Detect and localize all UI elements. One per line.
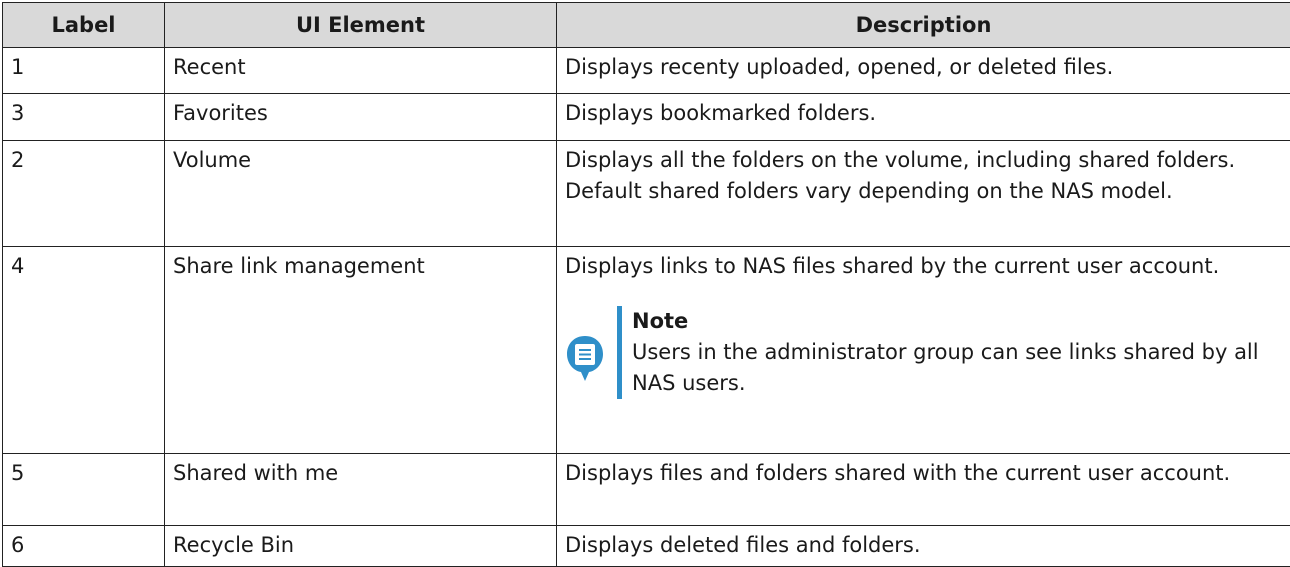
row-description: Displays bookmarked folders. [556,92,1290,141]
ui-elements-table: Label UI Element Description 1 Recent Di… [2,2,1290,567]
row-ui-element: Volume [164,139,557,248]
row-label: 3 [2,92,165,141]
row-description: Displays recenty uploaded, opened, or de… [556,47,1290,94]
note-callout: Note Users in the administrator group ca… [565,306,1282,400]
note-title: Note [632,309,689,334]
note-text: Users in the administrator group can see… [632,340,1259,396]
row-ui-element: Share link management [164,246,557,455]
row-label: 1 [2,47,165,94]
table-row: 4 Share link management Displays links t… [2,246,1290,455]
table-row: 5 Shared with me Displays files and fold… [2,453,1290,527]
header-description: Description [556,2,1290,48]
row-description: Displays links to NAS files shared by th… [565,254,1220,279]
row-ui-element: Recent [164,47,557,94]
table-row: 3 Favorites Displays bookmarked folders. [2,92,1290,141]
row-ui-element: Favorites [164,92,557,141]
row-ui-element: Recycle Bin [164,525,557,567]
row-description: Displays files and folders shared with t… [556,453,1290,527]
row-label: 5 [2,453,165,527]
table-row: 2 Volume Displays all the folders on the… [2,139,1290,248]
table-row: 6 Recycle Bin Displays deleted files and… [2,525,1290,567]
row-label: 2 [2,139,165,248]
row-description: Displays deleted files and folders. [556,525,1290,567]
table-header-row: Label UI Element Description [2,2,1290,48]
header-label: Label [2,2,165,48]
note-icon [567,336,603,382]
row-label: 4 [2,246,165,455]
row-description-cell: Displays links to NAS files shared by th… [556,246,1290,455]
row-ui-element: Shared with me [164,453,557,527]
table-row: 1 Recent Displays recenty uploaded, open… [2,47,1290,94]
row-label: 6 [2,525,165,567]
row-description: Displays all the folders on the volume, … [556,139,1290,248]
note-body: Note Users in the administrator group ca… [617,306,1282,400]
header-ui-element: UI Element [164,2,557,48]
